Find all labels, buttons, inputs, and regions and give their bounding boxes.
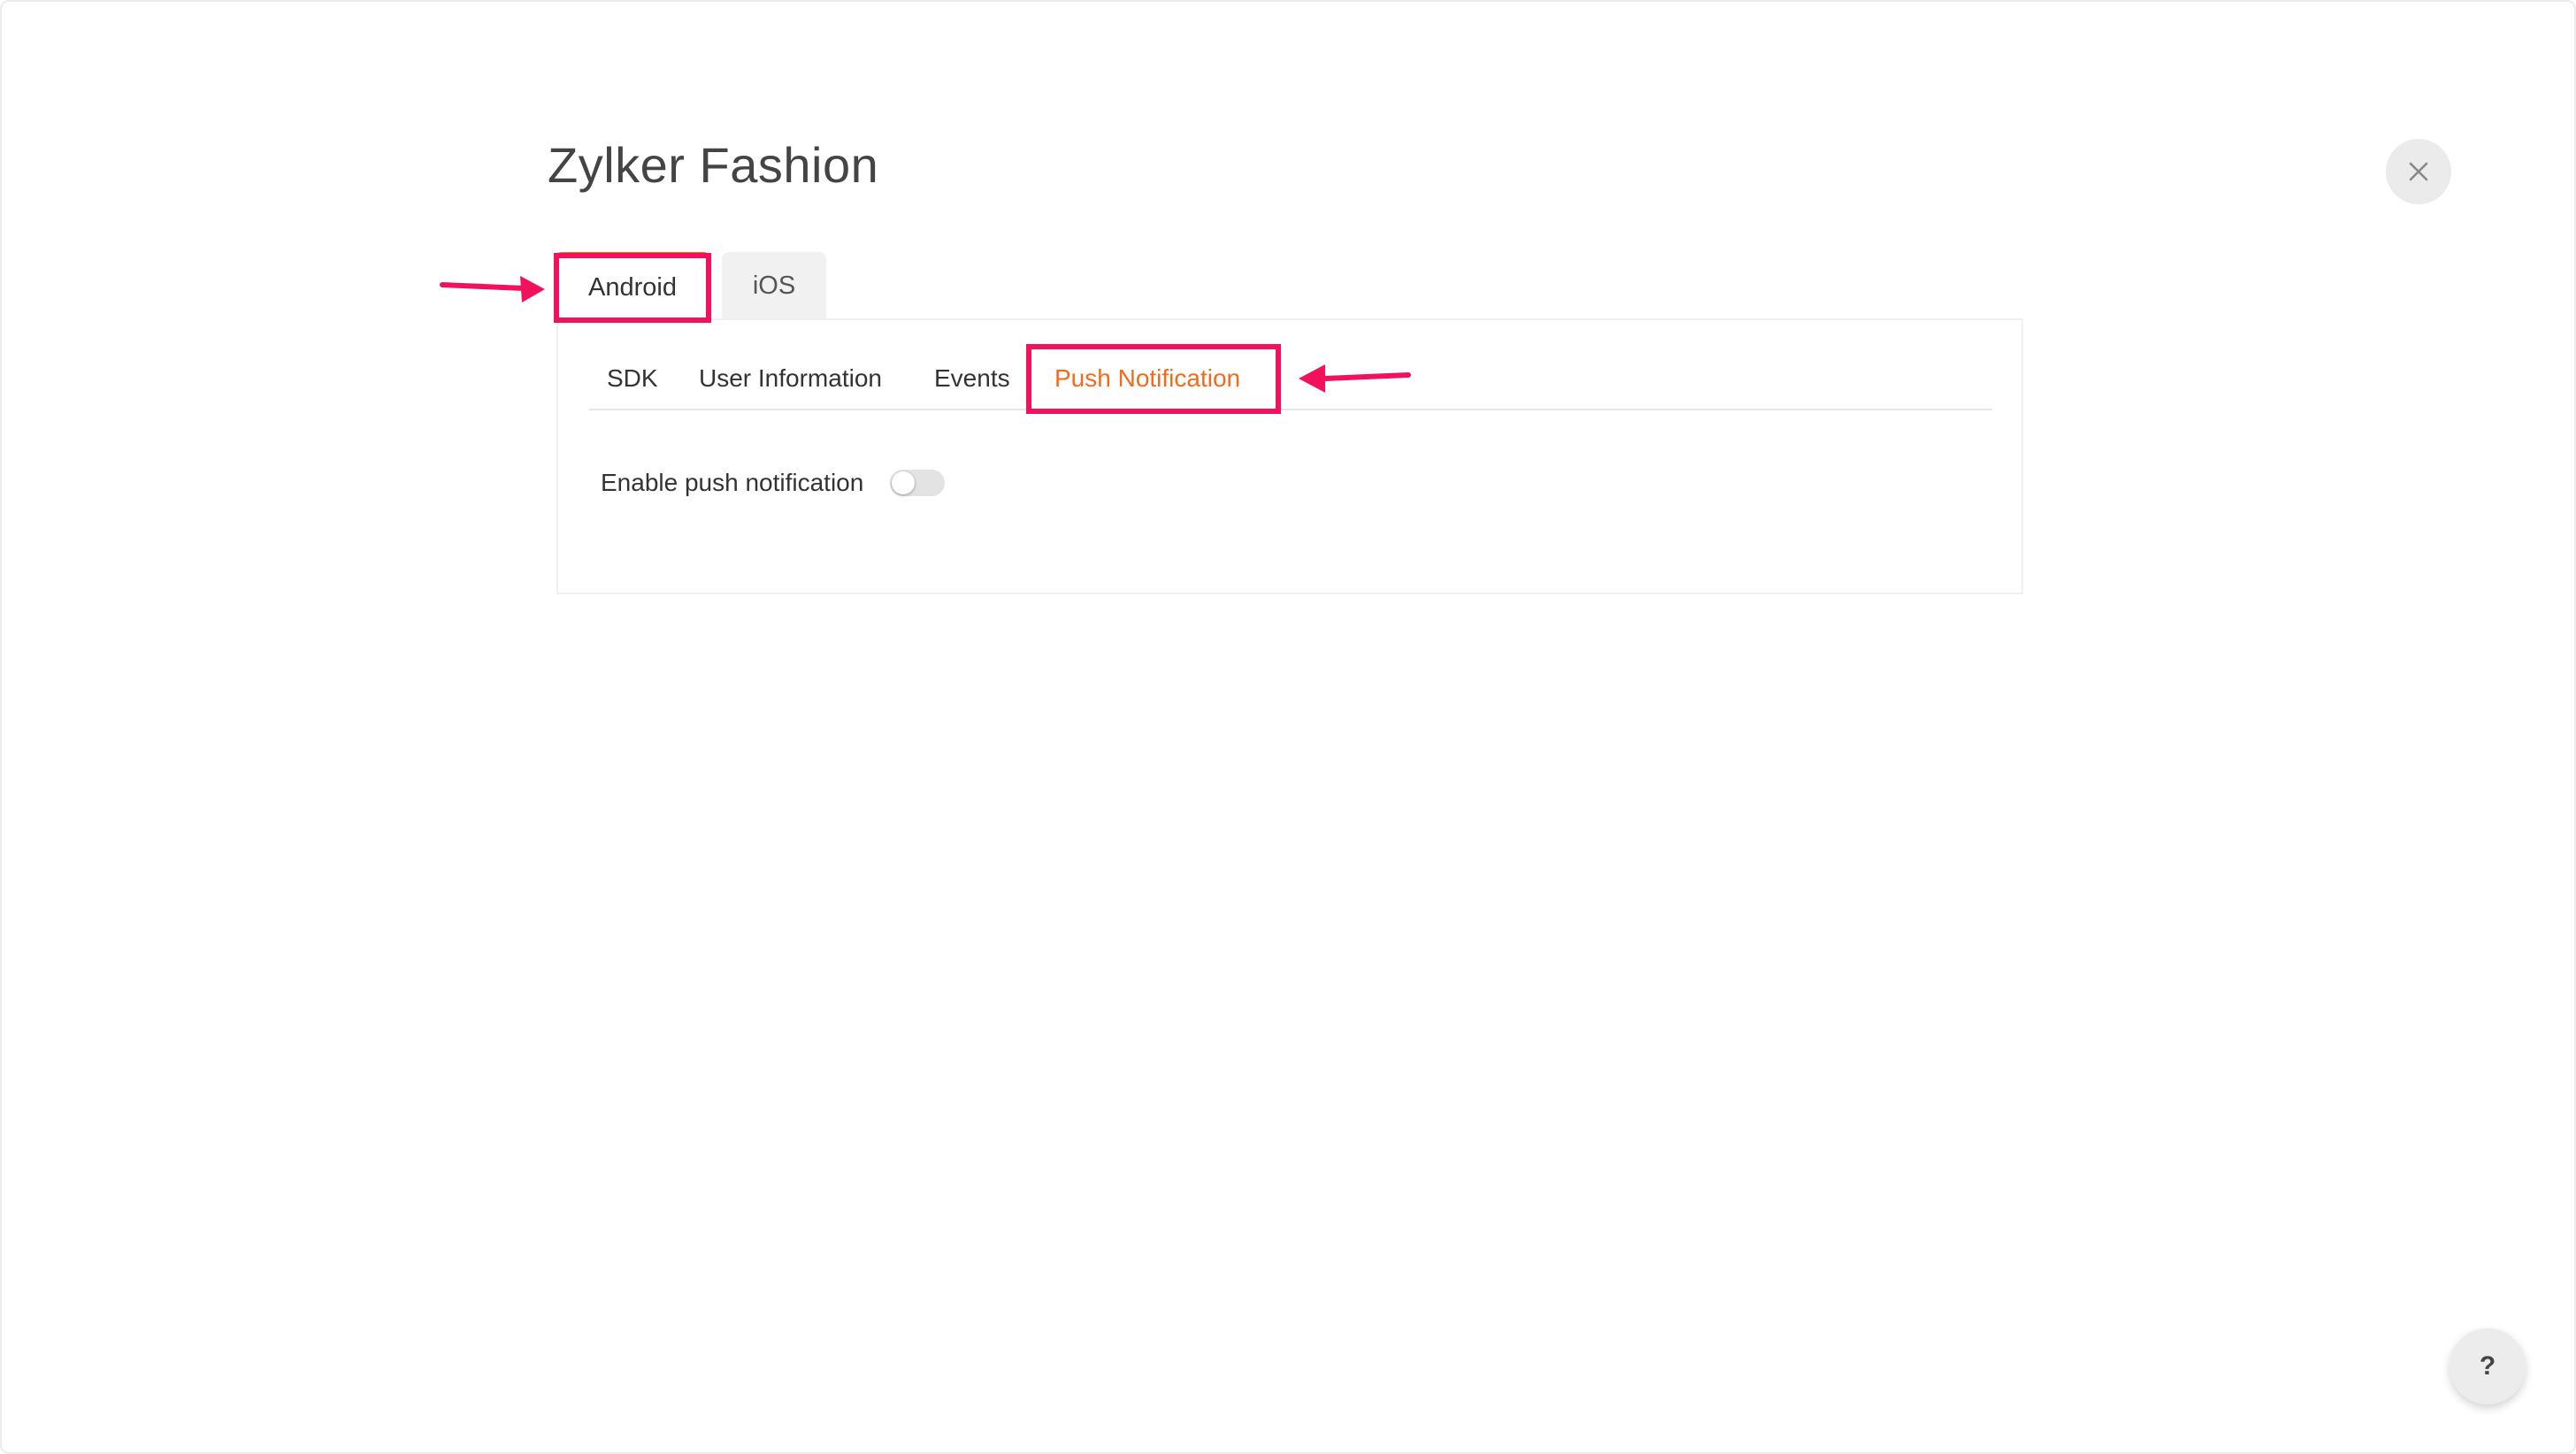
push-notification-label: Enable push notification — [601, 469, 864, 496]
close-button[interactable] — [2386, 139, 2451, 204]
arrow-right-icon — [440, 276, 545, 302]
arrow-left-icon — [1299, 364, 1411, 393]
android-tab-highlight — [554, 253, 711, 323]
push-notification-highlight — [1026, 344, 1281, 414]
close-icon — [2409, 162, 2428, 181]
dialog-frame: Zylker Fashion Android iOS SDK User Info… — [0, 0, 2576, 1454]
subtab-sdk[interactable]: SDK — [607, 348, 658, 409]
tab-ios[interactable]: iOS — [722, 252, 826, 319]
toggle-knob — [892, 471, 916, 494]
subtab-events[interactable]: Events — [934, 348, 1010, 409]
push-notification-setting: Enable push notification — [601, 462, 946, 504]
push-notification-toggle[interactable] — [890, 470, 946, 496]
help-button[interactable]: ? — [2450, 1328, 2526, 1404]
subtab-user-information[interactable]: User Information — [699, 348, 882, 409]
sub-tab-bar: SDK User Information Events Push Notific… — [589, 348, 1992, 410]
page-title: Zylker Fashion — [548, 137, 879, 193]
